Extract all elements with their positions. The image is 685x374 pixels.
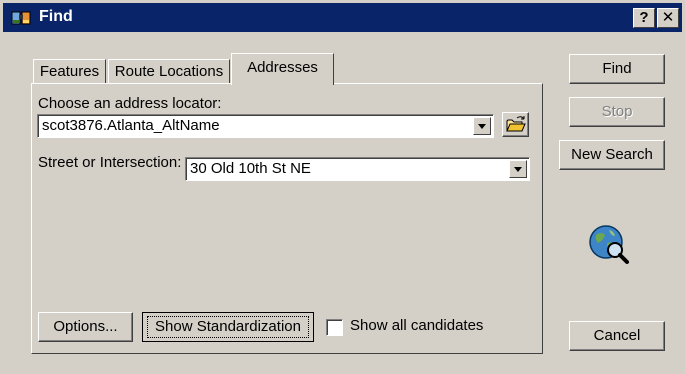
options-button[interactable]: Options... <box>38 312 133 342</box>
cancel-button[interactable]: Cancel <box>569 321 665 351</box>
browse-locator-button[interactable] <box>502 112 529 137</box>
chevron-down-icon[interactable] <box>509 160 527 178</box>
focus-rect <box>147 316 309 338</box>
show-all-candidates-label: Show all candidates <box>350 317 484 334</box>
find-binoculars-icon <box>11 11 31 25</box>
stop-button[interactable]: Stop <box>569 97 665 127</box>
title-bar[interactable]: Find ? ✕ <box>3 3 682 32</box>
window-title: Find <box>39 8 73 25</box>
address-locator-select[interactable]: scot3876.Atlanta_AltName <box>37 114 494 138</box>
help-button[interactable]: ? <box>633 8 655 28</box>
find-button[interactable]: Find <box>569 54 665 84</box>
street-label: Street or Intersection: <box>38 154 182 171</box>
street-input[interactable]: 30 Old 10th St NE <box>185 157 530 181</box>
address-locator-value: scot3876.Atlanta_AltName <box>42 117 220 134</box>
address-locator-label: Choose an address locator: <box>38 95 222 112</box>
tab-addresses[interactable]: Addresses <box>231 53 334 85</box>
new-search-button[interactable]: New Search <box>559 140 665 170</box>
globe-magnifier-icon <box>589 225 629 264</box>
chevron-down-icon[interactable] <box>473 117 491 135</box>
show-standardization-button[interactable]: Show Standardization <box>142 312 314 342</box>
close-button[interactable]: ✕ <box>657 8 679 28</box>
open-folder-icon <box>506 116 526 132</box>
street-value: 30 Old 10th St NE <box>190 160 311 177</box>
show-all-candidates-checkbox[interactable] <box>326 319 343 336</box>
tab-route-locations[interactable]: Route Locations <box>108 59 230 84</box>
tab-features[interactable]: Features <box>33 59 106 84</box>
find-dialog: Find ? ✕ Features Route Locations Addres… <box>0 0 685 374</box>
